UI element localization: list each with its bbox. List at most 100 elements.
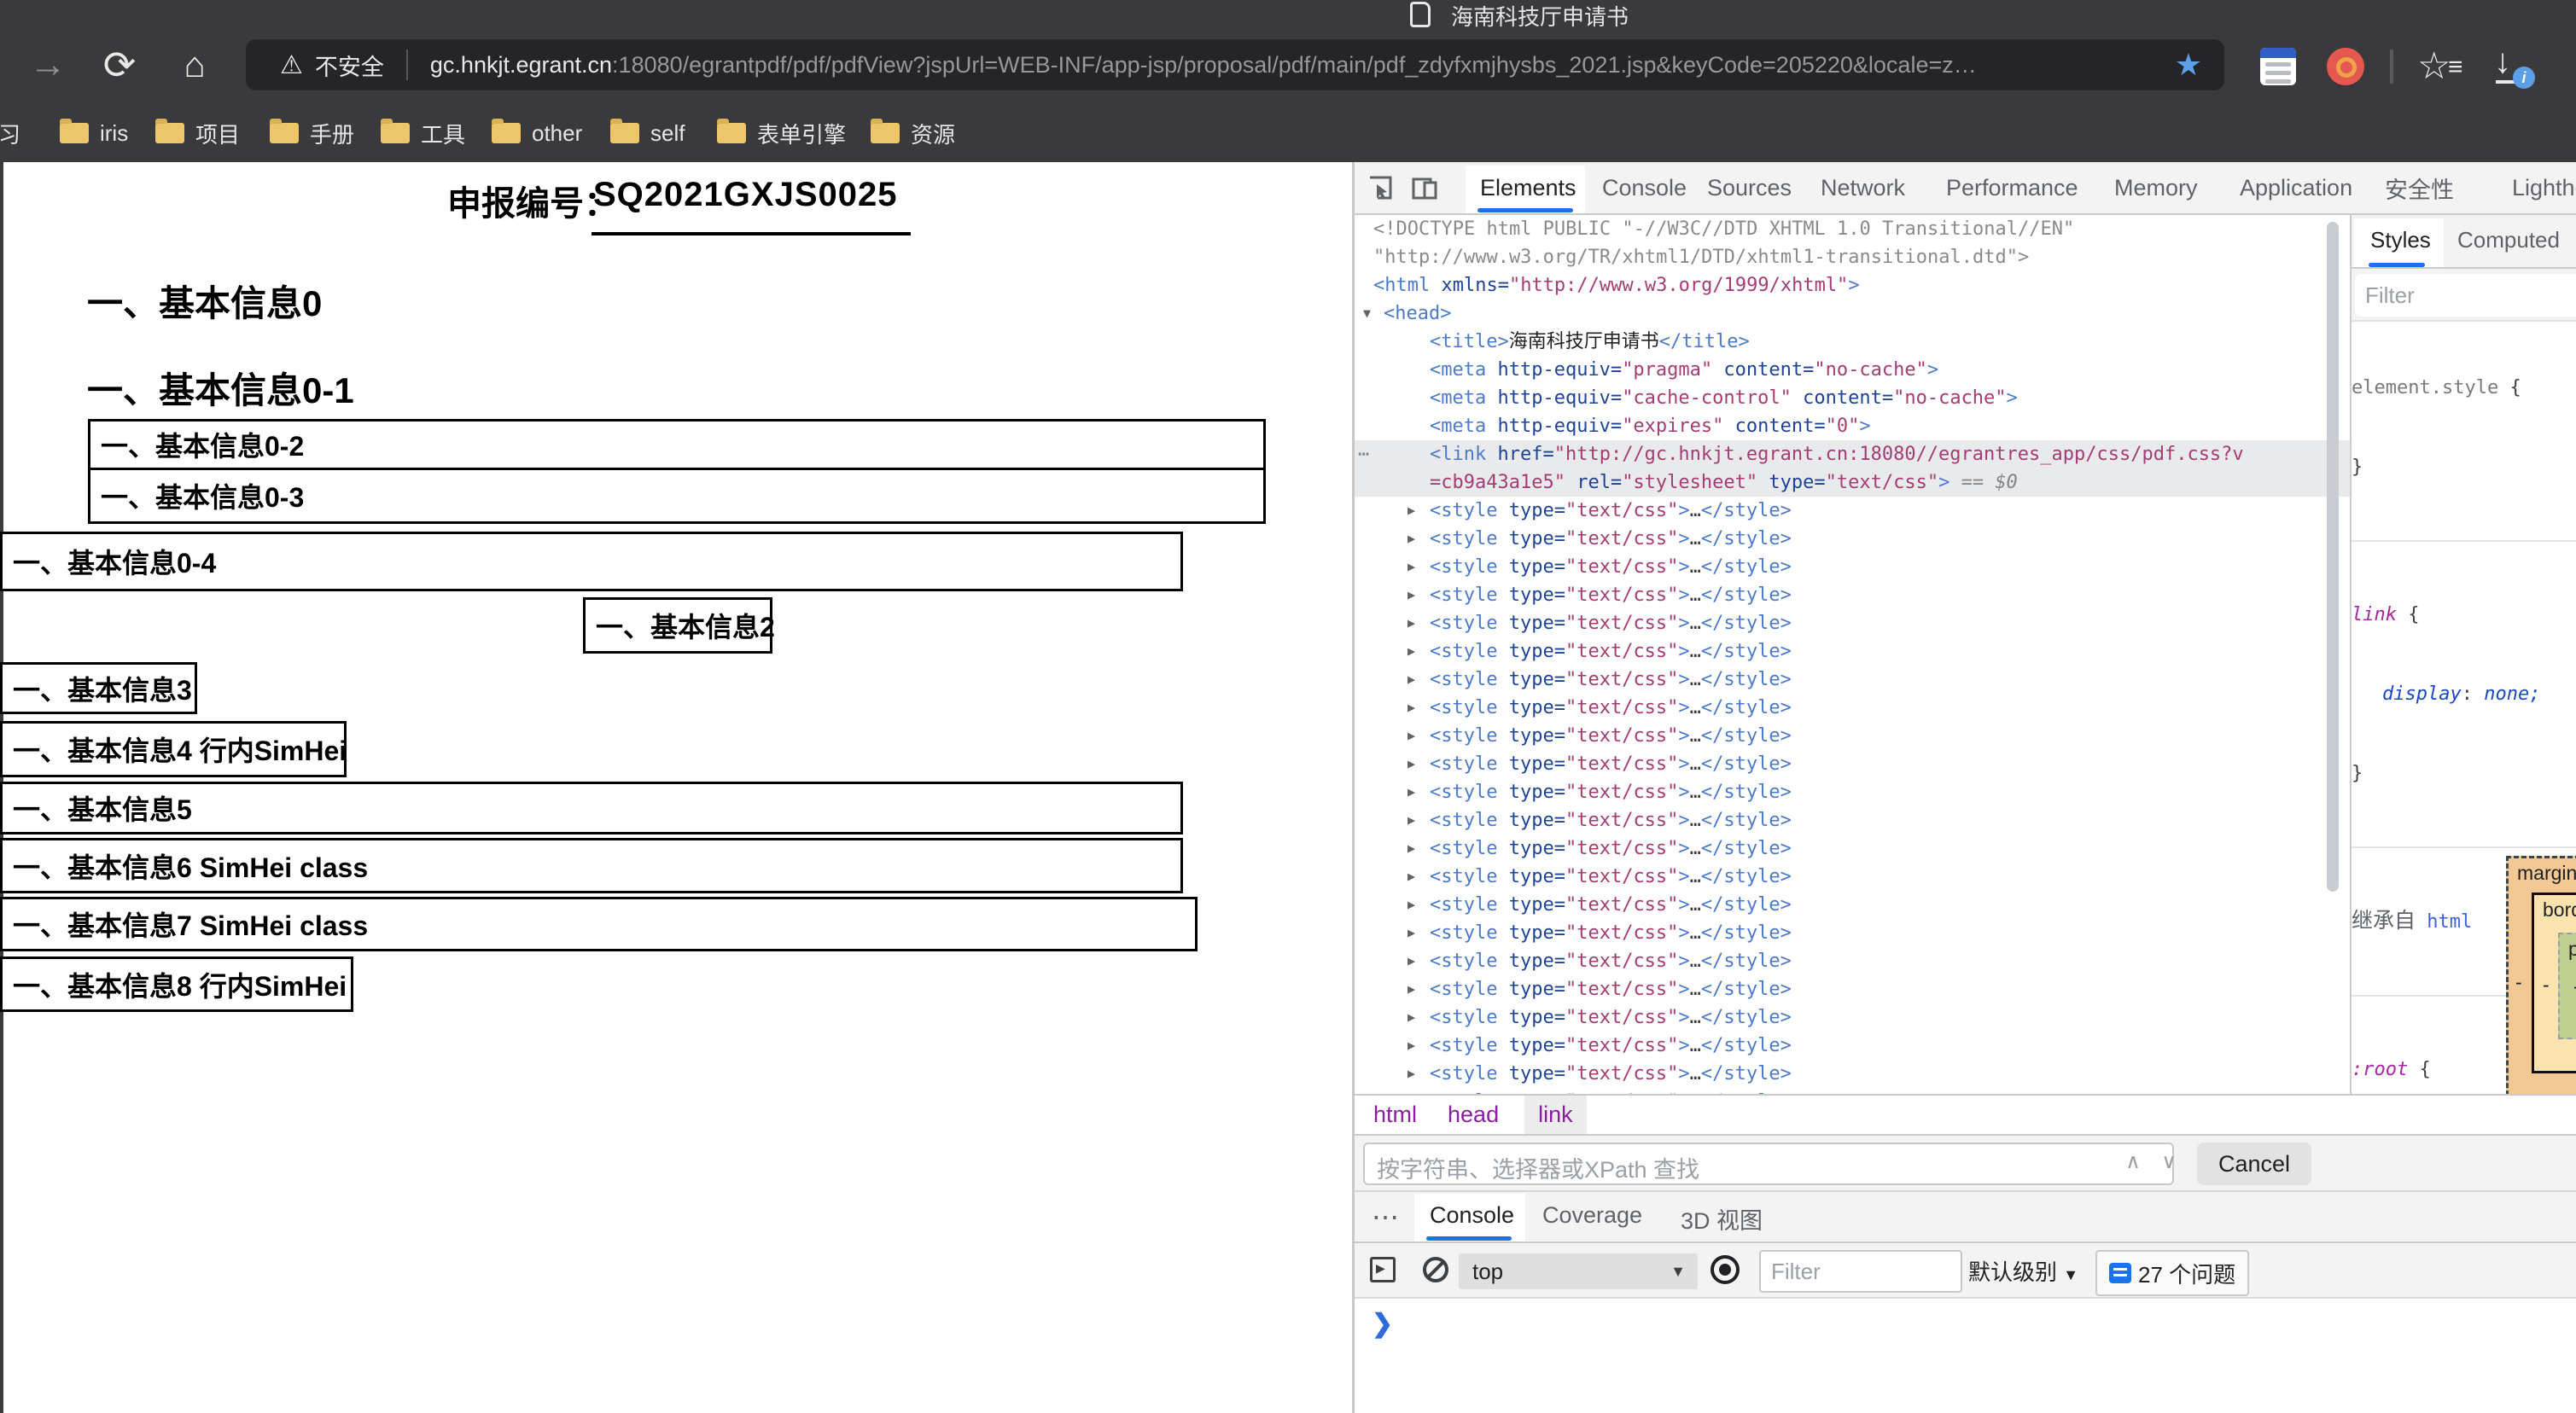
tree-line[interactable]: ▶<style type="text/css">…</style> (1355, 975, 2350, 1003)
tree-line[interactable]: =cb9a43a1e5" rel="stylesheet" type="text… (1355, 468, 2350, 497)
tree-line[interactable]: ▶<style type="text/css">…</style> (1355, 581, 2350, 609)
bookmark-list-icon[interactable]: ☆≡ (2417, 44, 2451, 88)
search-input[interactable]: 按字符串、选择器或XPath 查找 ∧ ∨ (1363, 1143, 2174, 1185)
tree-line[interactable]: ⋯<link href="http://gc.hnkjt.egrant.cn:1… (1355, 440, 2350, 468)
inspect-element-icon[interactable] (1367, 174, 1394, 201)
tab-network[interactable]: Network (1821, 162, 1905, 213)
tree-line[interactable]: ▶<style type="text/css">…</style> (1355, 497, 2350, 525)
bookmark-item[interactable]: 学习 (0, 104, 20, 162)
section-heading: 一、基本信息0 (87, 275, 322, 327)
tree-line[interactable]: ▶<style type="text/css">…</style> (1355, 553, 2350, 581)
console-filter-input[interactable]: Filter (1759, 1250, 1962, 1293)
bookmark-item[interactable]: 手册 (270, 104, 354, 162)
breadcrumb-html[interactable]: html (1368, 1096, 1422, 1134)
clear-console-icon[interactable] (1423, 1257, 1448, 1282)
tree-line[interactable]: ▶<style type="text/css">…</style> (1355, 863, 2350, 891)
bookmark-item[interactable]: 工具 (381, 104, 465, 162)
forward-icon[interactable]: → (20, 26, 75, 104)
tree-line[interactable]: ▶<style type="text/css">…</style> (1355, 919, 2350, 947)
bookmark-item[interactable]: other (492, 104, 582, 162)
drawer-tab-coverage[interactable]: Coverage (1542, 1202, 1642, 1229)
log-level-select[interactable]: 默认级别 ▼ (1968, 1255, 2078, 1287)
tree-line[interactable]: ▶<style type="text/css">…</style> (1355, 1003, 2350, 1032)
tab-memory[interactable]: Memory (2114, 162, 2198, 213)
elements-tree[interactable]: <!DOCTYPE html PUBLIC "-//W3C//DTD XHTML… (1355, 215, 2350, 1094)
tree-line[interactable]: ▶<style type="text/css">…</style> (1355, 525, 2350, 553)
tree-line[interactable]: ▶<style type="text/css">…</style> (1355, 750, 2350, 778)
styles-sidebar-tabbar: Styles Computed (2352, 215, 2576, 269)
tab-application[interactable]: Application (2240, 162, 2352, 213)
tab-strip[interactable]: 海南科技厅申请书 (0, 0, 2576, 26)
downloads-icon[interactable]: ↓i (2494, 43, 2511, 81)
bookmark-item[interactable]: 项目 (155, 104, 240, 162)
box-model-padding[interactable]: pa - (2558, 933, 2576, 1039)
bookmark-item[interactable]: iris (60, 104, 128, 162)
url-text: gc.hnkjt.egrant.cn:18080/egrantpdf/pdf/p… (430, 52, 2175, 78)
box-model-margin[interactable]: margin - bord - pa - (2506, 856, 2576, 1094)
url-bar[interactable]: ⚠ 不安全 gc.hnkjt.egrant.cn:18080/egrantpdf… (246, 39, 2224, 90)
reload-icon[interactable]: ⟳ (92, 26, 147, 104)
live-expression-eye-icon[interactable] (1711, 1255, 1740, 1284)
tree-line[interactable]: ▶<style type="text/css">…</style> (1355, 778, 2350, 806)
tree-line[interactable]: ▶<style type="text/css">…</style> (1355, 806, 2350, 834)
tree-line[interactable]: ▶<style type="text/css">…</style> (1355, 834, 2350, 863)
tab-elements[interactable]: Elements (1480, 162, 1576, 213)
chevron-down-icon: ▼ (2063, 1266, 2078, 1283)
search-next-icon[interactable]: ∨ (2152, 1149, 2186, 1178)
tree-line[interactable]: ▶<style type="text/css">…</style> (1355, 947, 2350, 975)
tree-line[interactable]: ▶<style type="text/css">…</style> (1355, 666, 2350, 694)
section-box: 一、基本信息4 行内SimHei (0, 721, 347, 777)
tree-line[interactable]: ▶<style type="text/css">…</style> (1355, 609, 2350, 637)
cancel-button[interactable]: Cancel (2197, 1143, 2311, 1185)
bookmark-item[interactable]: self (610, 104, 685, 162)
tab-computed[interactable]: Computed (2457, 227, 2560, 253)
tree-line[interactable]: <meta http-equiv="cache-control" content… (1355, 384, 2350, 412)
tab-sources[interactable]: Sources (1707, 162, 1792, 213)
tab-styles[interactable]: Styles (2370, 227, 2431, 253)
screenshot-root: 海南科技厅申请书 → ⟳ ⌂ ⚠ 不安全 gc.hnkjt.egrant.cn:… (0, 0, 2576, 1413)
tree-line[interactable]: ▶<style type="text/css">…</style> (1355, 891, 2350, 919)
drawer-tab-3d-view[interactable]: 3D 视图 (1681, 1202, 1763, 1236)
tree-line[interactable]: <title>海南科技厅申请书</title> (1355, 328, 2350, 356)
tree-line[interactable]: <html xmlns="http://www.w3.org/1999/xhtm… (1355, 271, 2350, 299)
tab-console[interactable]: Console (1602, 162, 1687, 213)
console-sidebar-toggle-icon[interactable] (1370, 1257, 1396, 1282)
tree-line[interactable]: <meta http-equiv="pragma" content="no-ca… (1355, 356, 2350, 384)
bookmark-star-icon[interactable]: ★ (2175, 47, 2202, 83)
tree-line[interactable]: ▼<head> (1355, 299, 2350, 328)
search-prev-icon[interactable]: ∧ (2116, 1149, 2150, 1178)
issues-button[interactable]: 27 个问题 (2095, 1250, 2249, 1296)
device-toolbar-icon[interactable] (1411, 174, 1438, 201)
tree-line[interactable]: <!DOCTYPE html PUBLIC "-//W3C//DTD XHTML… (1355, 215, 2350, 243)
drawer-tab-console[interactable]: Console (1430, 1202, 1514, 1229)
bookmark-item[interactable]: 资源 (871, 104, 955, 162)
tree-line[interactable]: ▶<style type="text/css">…</style> (1355, 694, 2350, 722)
inherited-from-link[interactable]: html (2427, 911, 2472, 933)
devtools-tabbar: Elements Console Sources Network Perform… (1355, 162, 2576, 215)
breadcrumb: html head link (1355, 1094, 2576, 1134)
tree-line[interactable]: ▶<style type="text/css">…</style> (1355, 1060, 2350, 1088)
tab-performance[interactable]: Performance (1946, 162, 2078, 213)
home-icon[interactable]: ⌂ (167, 26, 222, 104)
box-model-border[interactable]: bord - pa - (2532, 893, 2576, 1073)
elements-scrollbar[interactable] (2327, 222, 2339, 892)
breadcrumb-link[interactable]: link (1524, 1096, 1587, 1134)
security-label: 不安全 (315, 49, 384, 82)
tab-security[interactable]: 安全性 (2385, 162, 2454, 213)
console-output[interactable]: ❯ (1355, 1299, 2576, 1413)
tree-line[interactable]: ▶<style type="text/css">…</style> (1355, 1032, 2350, 1060)
more-tabs-icon[interactable]: ⋯ (1372, 1201, 1401, 1233)
tree-line[interactable]: ▶<style type="text/css">…</style> (1355, 722, 2350, 750)
tab-lighthouse[interactable]: Lighthouse (2512, 162, 2576, 213)
extension-red-icon[interactable] (2327, 48, 2364, 85)
tree-line[interactable]: "http://www.w3.org/TR/xhtml1/DTD/xhtml1-… (1355, 243, 2350, 271)
tree-line[interactable]: ▶<style type="text/css">…</style> (1355, 637, 2350, 666)
breadcrumb-head[interactable]: head (1442, 1096, 1504, 1134)
tree-line[interactable]: <meta http-equiv="expires" content="0"> (1355, 412, 2350, 440)
tree-line[interactable]: ▶<style type="text/css">…</style> (1355, 1088, 2350, 1094)
folder-icon (492, 123, 521, 143)
execution-context-select[interactable]: top▼ (1459, 1253, 1698, 1289)
styles-filter-input[interactable]: Filter (2355, 274, 2576, 317)
bookmark-item[interactable]: 表单引擎 (717, 104, 846, 162)
extension-list-icon[interactable] (2260, 48, 2296, 85)
